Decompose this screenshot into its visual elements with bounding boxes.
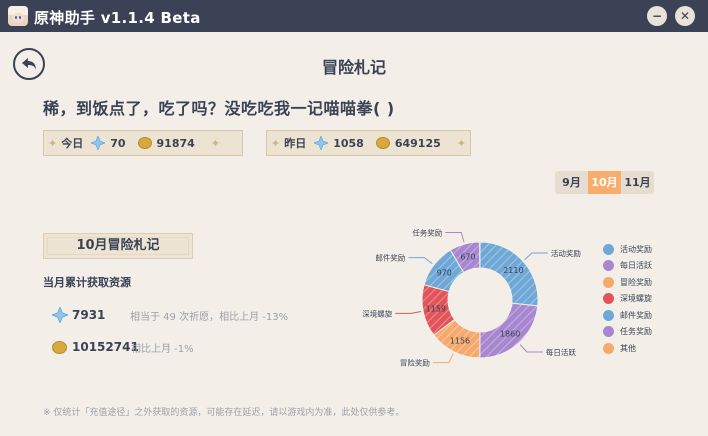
leader-line-1 bbox=[519, 344, 543, 353]
monthly-subtitle: 当月累计获取资源 bbox=[43, 276, 131, 289]
legend-label: 冒险奖励 bbox=[620, 277, 652, 287]
ornament-icon: ✦ bbox=[271, 136, 281, 150]
app-icon bbox=[8, 6, 28, 26]
greeting-text: 稀，到饭点了，吃了吗？没吃吃我一记喵喵拳( ) bbox=[43, 99, 395, 118]
category-label-1: 每日活跃 bbox=[546, 347, 576, 357]
leader-line-2 bbox=[432, 353, 454, 364]
today-primogems: 70 bbox=[110, 136, 126, 150]
legend-swatch bbox=[603, 326, 614, 337]
monthly-primogems-row: 7931 相当于 49 次祈愿，相比上月 -13% bbox=[52, 306, 288, 324]
ornament-icon: ✦ bbox=[456, 136, 466, 150]
monthly-mora-note: 相比上月 -1% bbox=[131, 343, 194, 355]
monthly-primogems-value: 7931 bbox=[72, 308, 106, 322]
data-label-4: 970 bbox=[437, 269, 452, 278]
chart-legend: 活动奖励每日活跃冒险奖励深境螺旋邮件奖励任务奖励其他 bbox=[603, 241, 652, 357]
primogem-icon bbox=[314, 136, 329, 150]
legend-item-0[interactable]: 活动奖励 bbox=[603, 241, 652, 257]
mora-icon bbox=[137, 137, 152, 149]
yesterday-resources-card: ✦ 昨日 1058 649125 ✦ bbox=[266, 130, 471, 156]
leader-line-5 bbox=[445, 232, 465, 243]
tab-september[interactable]: 9月 bbox=[555, 171, 588, 194]
monthly-mora-row: 10152741 相比上月 -1% bbox=[52, 338, 194, 356]
today-label: 今日 bbox=[61, 137, 84, 150]
data-label-5: 670 bbox=[460, 253, 475, 262]
data-label-1: 1860 bbox=[500, 329, 520, 338]
ornament-icon: ✦ bbox=[48, 136, 58, 150]
legend-item-1[interactable]: 每日活跃 bbox=[603, 258, 652, 274]
month-selector: 9月 10月 11月 bbox=[555, 171, 654, 194]
monthly-primogems-note: 相当于 49 次祈愿，相比上月 -13% bbox=[130, 311, 289, 323]
donut-chart: 2110 1860 1156 1159 970 670 活动奖励每日活跃冒险奖励 深境螺旋 邮… bbox=[362, 228, 581, 368]
legend-item-5[interactable]: 任务奖励 bbox=[603, 324, 652, 340]
today-mora: 91874 bbox=[156, 136, 195, 150]
leader-line-3 bbox=[395, 310, 422, 314]
category-label-3: 深境螺旋 bbox=[362, 308, 392, 318]
legend-swatch bbox=[603, 276, 614, 288]
legend-swatch bbox=[603, 243, 614, 255]
monthly-mora-value: 10152741 bbox=[72, 340, 139, 354]
legend-label: 其他 bbox=[620, 343, 636, 353]
category-label-4: 邮件奖励 bbox=[375, 253, 405, 263]
legend-swatch bbox=[603, 293, 614, 304]
chart-slices: 2110 1860 1156 1159 970 670 bbox=[421, 241, 539, 359]
legend-swatch bbox=[603, 342, 614, 354]
data-label-3: 1159 bbox=[426, 305, 446, 314]
legend-item-3[interactable]: 深境螺旋 bbox=[603, 291, 652, 307]
data-label-2: 1156 bbox=[450, 336, 470, 345]
window-title: 原神助手 v1.1.4 Beta bbox=[34, 9, 201, 27]
legend-item-2[interactable]: 冒险奖励 bbox=[603, 274, 652, 290]
page-title: 冒险札记 bbox=[321, 58, 386, 77]
leader-line-4 bbox=[408, 257, 433, 265]
legend-label: 任务奖励 bbox=[620, 327, 652, 336]
yesterday-label: 昨日 bbox=[284, 137, 307, 150]
category-label-5: 任务奖励 bbox=[412, 228, 442, 238]
legend-swatch bbox=[603, 260, 614, 271]
legend-swatch bbox=[603, 309, 614, 321]
minimize-button[interactable]: − bbox=[647, 6, 667, 26]
legend-item-4[interactable]: 邮件奖励 bbox=[603, 307, 652, 323]
yesterday-mora: 649125 bbox=[394, 136, 441, 150]
footnote: ※ 仅统计「充值途径」之外获取的资源，可能存在延迟，请以游戏内为准，此处仅供参考… bbox=[43, 408, 405, 418]
tab-november[interactable]: 11月 bbox=[621, 171, 654, 194]
title-bar: 原神助手 v1.1.4 Beta − ✕ bbox=[0, 0, 708, 32]
data-label-0: 2110 bbox=[503, 266, 523, 275]
legend-label: 活动奖励 bbox=[620, 244, 652, 254]
tab-october[interactable]: 10月 bbox=[588, 171, 621, 194]
yesterday-primogems: 1058 bbox=[333, 136, 364, 150]
today-resources-card: ✦ 今日 70 91874 ✦ bbox=[43, 130, 243, 156]
close-button[interactable]: ✕ bbox=[675, 6, 695, 26]
legend-label: 深境螺旋 bbox=[620, 294, 652, 303]
legend-label: 邮件奖励 bbox=[620, 310, 652, 320]
category-label-0: 活动奖励 bbox=[551, 248, 581, 258]
mora-icon bbox=[52, 340, 67, 354]
legend-item-6[interactable]: 其他 bbox=[603, 340, 652, 356]
primogem-icon bbox=[52, 307, 68, 323]
legend-label: 每日活跃 bbox=[620, 261, 652, 270]
primogem-icon bbox=[91, 136, 106, 150]
ornament-icon: ✦ bbox=[210, 136, 221, 150]
category-label-2: 冒险奖励 bbox=[400, 358, 430, 368]
leader-line-0 bbox=[524, 252, 548, 261]
mora-icon bbox=[375, 137, 390, 149]
monthly-notes-title: 10月冒险札记 bbox=[43, 233, 193, 259]
